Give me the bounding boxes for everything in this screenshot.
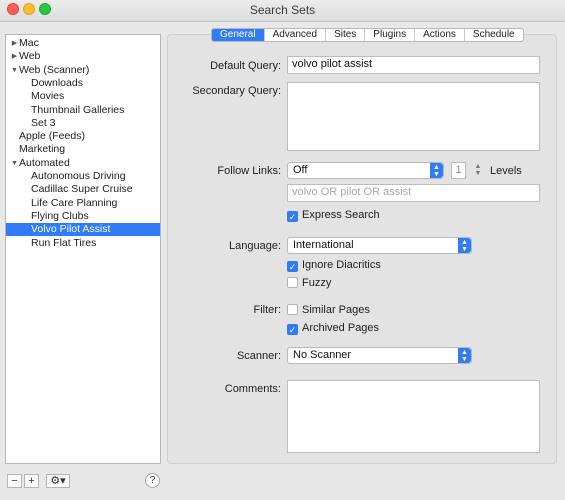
language-value: International — [293, 239, 354, 251]
checkmark-icon: ✓ — [287, 324, 298, 335]
checkbox-icon — [287, 304, 298, 315]
archived-pages-checkbox[interactable]: ✓ Archived Pages — [287, 322, 379, 335]
tab-bar: General Advanced Sites Plugins Actions Schedu… — [211, 28, 524, 42]
sidebar-item[interactable]: Downloads — [6, 77, 160, 90]
sidebar-item-label: Thumbnail Galleries — [31, 103, 125, 116]
ignore-diacritics-checkbox[interactable]: ✓ Ignore Diacritics — [287, 259, 381, 272]
sidebar-item[interactable]: Life Care Planning — [6, 197, 160, 210]
comments-field[interactable] — [287, 380, 540, 453]
sidebar-item-label: Web (Scanner) — [19, 63, 90, 76]
sidebar-item-label: Apple (Feeds) — [19, 130, 85, 143]
sidebar-item[interactable]: Set 3 — [6, 117, 160, 130]
disclosure-open-icon[interactable]: ▼ — [10, 157, 19, 170]
tab-sites[interactable]: Sites — [326, 29, 366, 41]
sidebar-item[interactable]: ▼ Automated — [6, 157, 160, 170]
sidebar-item[interactable]: Marketing — [6, 143, 160, 156]
sidebar-item-label: Set 3 — [31, 116, 56, 129]
default-query-field[interactable]: volvo pilot assist — [287, 56, 540, 74]
follow-links-popup[interactable]: Off ▲ ▼ — [287, 162, 444, 179]
sidebar-item[interactable]: Movies — [6, 90, 160, 103]
sidebar-item-label: Marketing — [19, 143, 66, 156]
checkbox-icon — [287, 277, 298, 288]
secondary-query-label: Secondary Query: — [192, 85, 281, 97]
sidebar-item[interactable]: Cadillac Super Cruise — [6, 183, 160, 196]
sidebar-item[interactable]: ▼ Web (Scanner) — [6, 64, 160, 77]
search-set-tree[interactable]: ▶ Mac ▶ Web ▼ Web (Scanner) Downloads Movies Thu… — [5, 34, 161, 464]
sidebar-item[interactable]: Apple (Feeds) — [6, 130, 160, 143]
express-search-checkbox[interactable]: ✓ Express Search — [287, 209, 380, 222]
sidebar-item-label: Cadillac Super Cruise — [31, 183, 133, 196]
sidebar-item[interactable]: Flying Clubs — [6, 210, 160, 223]
scanner-value: No Scanner — [293, 349, 352, 361]
similar-pages-checkbox[interactable]: Similar Pages — [287, 304, 370, 316]
sidebar-item-label: Life Care Planning — [31, 196, 118, 209]
scanner-label: Scanner: — [236, 350, 281, 362]
sidebar-item[interactable]: Run Flat Tires — [6, 237, 160, 250]
expanded-query-preview: volvo OR pilot OR assist — [287, 184, 540, 202]
popup-arrows-icon: ▲ ▼ — [430, 163, 443, 178]
checkmark-icon: ✓ — [287, 261, 298, 272]
sidebar-item-label: Run Flat Tires — [31, 236, 97, 249]
sidebar-item-label: Web — [19, 50, 41, 63]
sidebar-item-label: Mac — [19, 37, 39, 49]
levels-field[interactable]: 1 — [451, 162, 466, 179]
language-popup[interactable]: International ▲ ▼ — [287, 237, 472, 254]
filter-label: Filter: — [253, 304, 282, 316]
disclosure-closed-icon[interactable]: ▶ — [10, 37, 19, 50]
follow-links-label: Follow Links: — [217, 165, 281, 177]
secondary-query-field[interactable] — [287, 82, 540, 151]
window-title: Search Sets — [249, 3, 316, 17]
similar-pages-label: Similar Pages — [302, 304, 370, 316]
sidebar-item-label: Autonomous Driving — [31, 170, 126, 182]
tab-advanced[interactable]: Advanced — [265, 29, 327, 41]
sidebar-item-label: Downloads — [31, 76, 83, 89]
follow-links-value: Off — [293, 164, 308, 176]
remove-set-button[interactable]: − — [7, 474, 22, 488]
comments-label: Comments: — [224, 383, 281, 395]
levels-label: Levels — [490, 165, 522, 177]
tab-general[interactable]: General — [212, 29, 265, 41]
help-button[interactable]: ? — [145, 473, 160, 488]
title-bar: Search Sets — [0, 0, 565, 22]
default-query-label: Default Query: — [210, 60, 281, 72]
express-search-label: Express Search — [302, 209, 380, 221]
sidebar-item-label: Volvo Pilot Assist — [31, 223, 111, 236]
archived-pages-label: Archived Pages — [302, 322, 380, 334]
tab-plugins[interactable]: Plugins — [365, 29, 416, 41]
add-set-button[interactable]: + — [24, 474, 39, 488]
levels-stepper[interactable]: ▲ ▼ — [473, 163, 483, 177]
fuzzy-checkbox[interactable]: Fuzzy — [287, 277, 331, 289]
tab-schedule[interactable]: Schedule — [465, 29, 523, 41]
ignore-diacritics-label: Ignore Diacritics — [302, 259, 381, 271]
sidebar-item[interactable]: Volvo Pilot Assist — [6, 223, 160, 237]
sidebar-item[interactable]: Thumbnail Galleries — [6, 104, 160, 117]
popup-arrows-icon: ▲ ▼ — [458, 238, 471, 253]
sidebar-item-label: Flying Clubs — [31, 209, 89, 222]
disclosure-closed-icon[interactable]: ▶ — [10, 50, 19, 63]
scanner-popup[interactable]: No Scanner ▲ ▼ — [287, 347, 472, 364]
popup-arrows-icon: ▲ ▼ — [458, 348, 471, 363]
tab-actions[interactable]: Actions — [415, 29, 465, 41]
fuzzy-label: Fuzzy — [302, 277, 332, 289]
sidebar-item-label: Automated — [19, 156, 70, 169]
language-label: Language: — [229, 240, 281, 252]
checkmark-icon: ✓ — [287, 211, 298, 222]
sidebar-item[interactable]: ▶ Web — [6, 50, 160, 63]
sidebar-item-label: Movies — [31, 90, 65, 103]
disclosure-open-icon[interactable]: ▼ — [10, 64, 19, 77]
gear-menu-button[interactable]: ⚙▾ — [46, 474, 70, 488]
sidebar-item[interactable]: ▶ Mac — [6, 37, 160, 50]
sidebar-item[interactable]: Autonomous Driving — [6, 170, 160, 183]
